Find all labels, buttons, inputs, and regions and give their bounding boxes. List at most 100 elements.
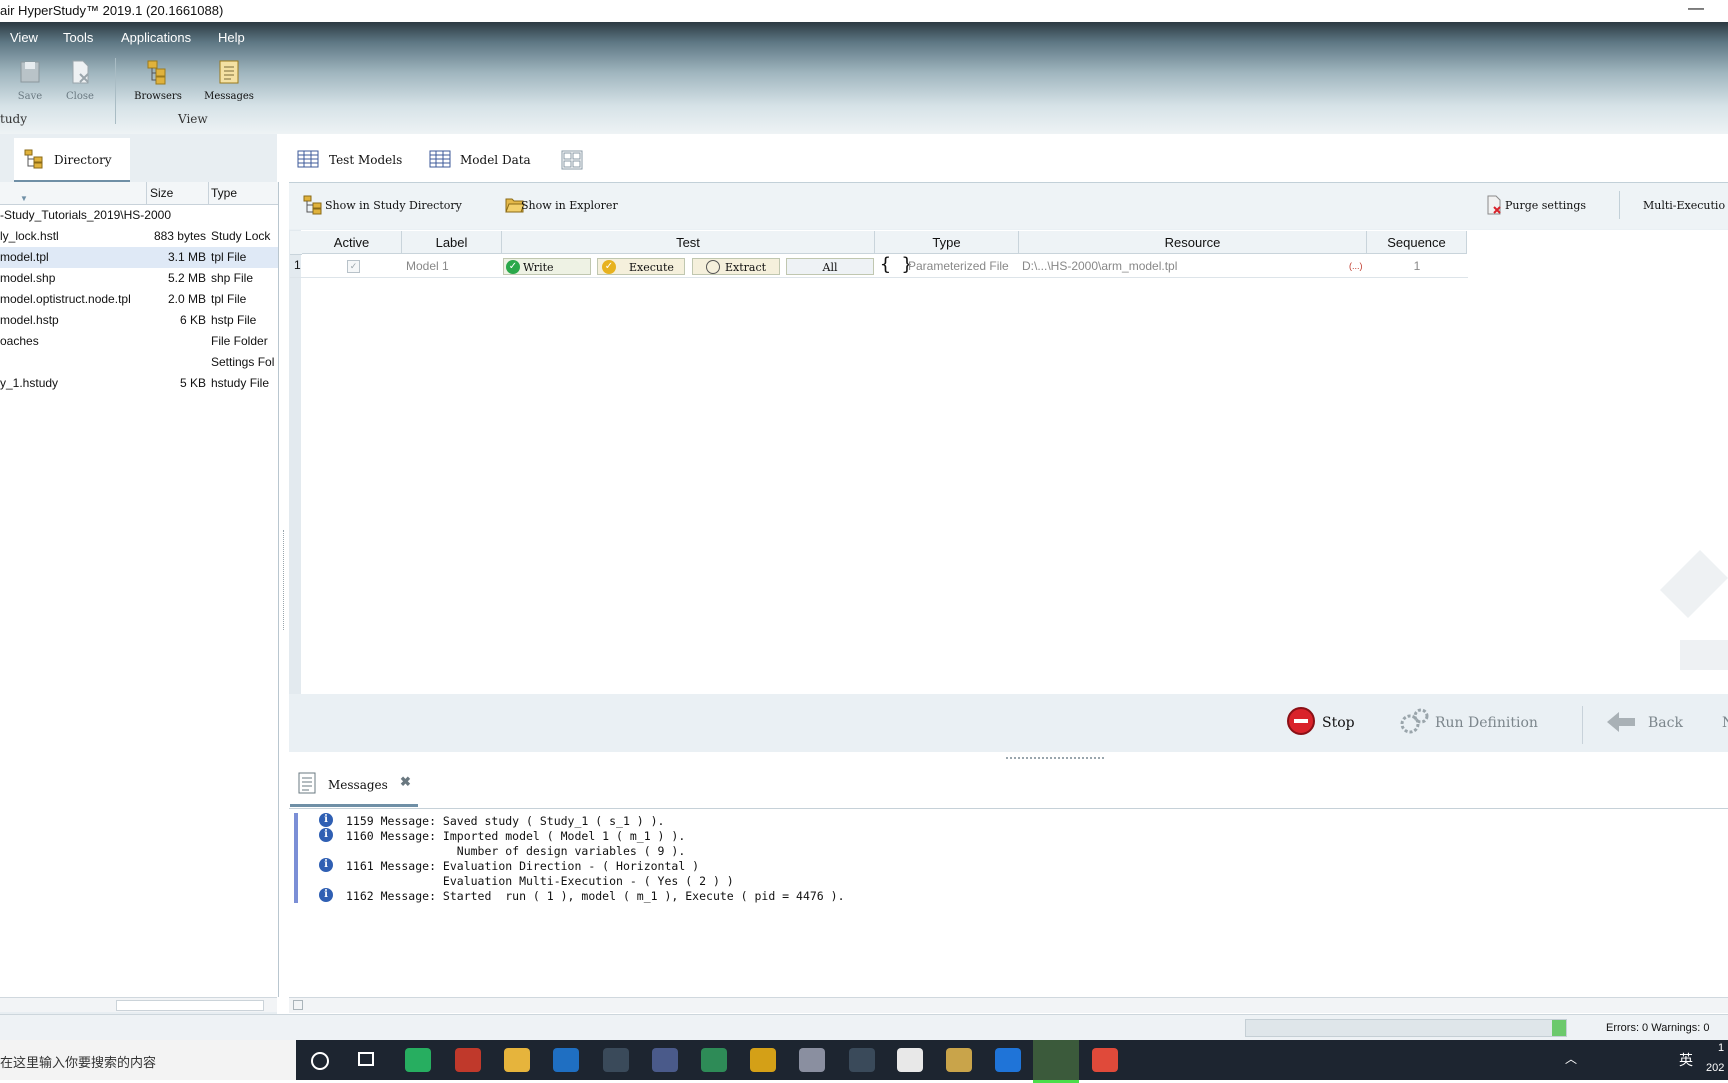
errors-warnings: Errors: 0 Warnings: 0	[1606, 1022, 1710, 1034]
stop-button[interactable]: Stop	[1287, 707, 1387, 739]
back-button[interactable]: Back	[1606, 707, 1696, 739]
message-line: Evaluation Multi-Execution - ( Yes ( 2 )…	[346, 874, 734, 888]
tab-directory-label: Directory	[54, 153, 112, 167]
test-models-toolbar: Show in Study Directory Show in Explorer…	[289, 182, 1728, 229]
close-button[interactable]: Close	[54, 58, 106, 108]
messages-button[interactable]: Messages	[202, 58, 256, 108]
save-label: Save	[17, 91, 43, 102]
column-sequence[interactable]: Sequence	[1367, 231, 1467, 254]
file-row[interactable]: model.hstp 6 KB hstp File	[0, 310, 278, 331]
app-icon-4[interactable]	[750, 1048, 776, 1072]
menu-help[interactable]: Help	[218, 30, 245, 45]
hyperstudy-taskbar-icon[interactable]	[1033, 1040, 1079, 1083]
all-button[interactable]: All	[786, 258, 874, 275]
column-test[interactable]: Test	[502, 231, 875, 254]
file-row[interactable]: model.shp 5.2 MB shp File	[0, 268, 278, 289]
active-checkbox[interactable]: ✓	[347, 260, 360, 273]
column-type[interactable]: Type	[211, 186, 237, 200]
message-marker	[294, 888, 298, 903]
column-label[interactable]: Label	[402, 231, 502, 254]
execute-button[interactable]: ✓ Execute	[597, 258, 685, 275]
browsers-label: Browsers	[134, 91, 182, 102]
tab-directory[interactable]: Directory	[14, 138, 130, 183]
browsers-button[interactable]: Browsers	[131, 58, 185, 108]
show-in-study-directory-button[interactable]: Show in Study Directory	[303, 195, 473, 217]
tile-view-icon[interactable]	[561, 150, 583, 170]
next-button[interactable]: N	[1722, 715, 1728, 731]
column-resource[interactable]: Resource	[1019, 231, 1367, 254]
file-row[interactable]: Settings Fol	[0, 352, 278, 373]
edge-icon[interactable]	[995, 1048, 1021, 1072]
sort-arrow-icon: ▼	[20, 194, 28, 203]
app-icon-8[interactable]	[1092, 1048, 1118, 1072]
run-definition-button[interactable]: Run Definition	[1399, 707, 1559, 739]
app-icon-2[interactable]	[652, 1048, 678, 1072]
tray-chevron-icon[interactable]: ︿	[1565, 1050, 1577, 1067]
status-bar: Errors: 0 Warnings: 0	[0, 1014, 1728, 1041]
menu-tools[interactable]: Tools	[63, 30, 93, 45]
file-row[interactable]: model.optistruct.node.tpl 2.0 MB tpl File	[0, 289, 278, 310]
tab-messages-label: Messages	[328, 778, 388, 792]
splitter-handle-horizontal[interactable]	[1006, 757, 1104, 761]
wechat-icon[interactable]	[405, 1048, 431, 1072]
save-button[interactable]: Save	[4, 58, 56, 108]
app-icon-5[interactable]	[799, 1048, 825, 1072]
messages-scrollbar[interactable]	[289, 997, 1728, 1013]
column-type[interactable]: Type	[875, 231, 1019, 254]
path-row[interactable]: -Study_Tutorials_2019\HS-2000	[0, 205, 278, 226]
file-row[interactable]: ly_lock.hstl 883 bytes Study Lock	[0, 226, 278, 247]
file-size: 2.0 MB	[167, 292, 206, 306]
tab-test-models[interactable]: Test Models	[289, 138, 419, 185]
save-icon	[20, 61, 40, 83]
ime-indicator[interactable]: 英	[1679, 1050, 1693, 1070]
file-row[interactable]: y_1.hstudy 5 KB hstudy File	[0, 373, 278, 394]
column-size[interactable]: Size	[150, 186, 173, 200]
app-icon-6[interactable]	[849, 1048, 875, 1072]
watermark-arrow-icon	[1660, 550, 1728, 670]
message-marker	[294, 813, 298, 828]
file-row[interactable]: oaches File Folder	[0, 331, 278, 352]
tab-model-data[interactable]: Model Data	[425, 140, 545, 180]
app-icon-7[interactable]	[946, 1048, 972, 1072]
file-type: tpl File	[211, 292, 247, 306]
menu-applications[interactable]: Applications	[121, 30, 191, 45]
youdao-icon[interactable]	[455, 1048, 481, 1072]
horizontal-scrollbar[interactable]	[0, 997, 277, 1012]
file-type: hstp File	[211, 313, 257, 327]
search-placeholder: 在这里输入你要搜索的内容	[0, 1055, 157, 1070]
row-label[interactable]: Model 1	[406, 255, 502, 277]
browse-file-button[interactable]: (...)	[1349, 261, 1363, 271]
splitter-handle[interactable]	[283, 530, 286, 630]
taskbar-search[interactable]: 在这里输入你要搜索的内容	[0, 1040, 296, 1080]
tab-messages[interactable]: Messages ✖	[290, 762, 418, 807]
write-button[interactable]: Write ✓	[503, 258, 591, 275]
outlook-icon[interactable]	[553, 1048, 579, 1072]
multi-execution-button[interactable]: Multi-Executio	[1643, 199, 1725, 212]
close-tab-icon[interactable]: ✖	[400, 775, 411, 790]
purge-settings-button[interactable]: Purge settings	[1485, 195, 1597, 217]
file-name: model.optistruct.node.tpl	[0, 292, 131, 306]
file-explorer-icon[interactable]	[504, 1048, 530, 1072]
write-label: Write	[523, 261, 554, 274]
info-icon: i	[319, 813, 333, 827]
minimize-button[interactable]: —	[1688, 0, 1704, 18]
message-line: 1159 Message: Saved study ( Study_1 ( s_…	[346, 814, 665, 828]
folder-tree-icon	[303, 195, 322, 215]
task-view-icon[interactable]	[358, 1052, 374, 1066]
menu-view[interactable]: View	[10, 30, 38, 45]
app-icon-1[interactable]	[603, 1048, 629, 1072]
extract-button[interactable]: Extract	[692, 258, 780, 275]
app-icon-3[interactable]	[701, 1048, 727, 1072]
show-in-explorer-button[interactable]: Show in Explorer	[505, 195, 645, 217]
row-resource[interactable]: D:\...\HS-2000\arm_model.tpl	[1022, 255, 1177, 277]
file-name: model.tpl	[0, 250, 49, 264]
message-line: 1161 Message: Evaluation Direction - ( H…	[346, 859, 700, 873]
cortana-icon[interactable]	[311, 1052, 329, 1070]
file-row[interactable]: model.tpl 3.1 MB tpl File	[0, 247, 278, 268]
calculator-icon[interactable]	[897, 1048, 923, 1072]
extract-label: Extract	[725, 261, 767, 274]
column-active[interactable]: Active	[302, 231, 402, 254]
file-type: hstudy File	[211, 376, 270, 390]
row-sequence[interactable]: 1	[1367, 255, 1467, 277]
purge-settings-label: Purge settings	[1505, 199, 1587, 212]
